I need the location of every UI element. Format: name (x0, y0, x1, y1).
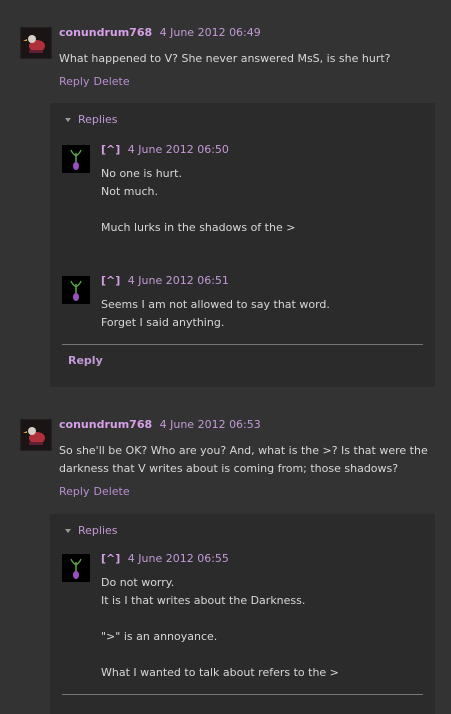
reply-body: Seems I am not allowed to say that word.… (101, 296, 330, 332)
reply-body: No one is hurt. Not much. Much lurks in … (101, 165, 295, 237)
reply-body: Do not worry. It is I that writes about … (101, 574, 339, 682)
comment-body: So she'll be OK? Who are you? And, what … (59, 444, 428, 475)
reply-line: Seems I am not allowed to say that word. (101, 298, 330, 311)
avatar[interactable] (20, 27, 52, 59)
comment-author-link[interactable]: conundrum768 (59, 418, 152, 431)
reply-line: What I wanted to talk about refers to th… (101, 666, 339, 679)
avatar[interactable] (62, 145, 90, 173)
reply-line-blank (101, 646, 339, 664)
divider (62, 344, 423, 345)
reply-line: No one is hurt. (101, 167, 182, 180)
reply-item: [^] 4 June 2012 06:55 Do not worry. It i… (62, 552, 423, 692)
delete-link[interactable]: Delete (93, 485, 129, 498)
reply-item: [^] 4 June 2012 06:50 No one is hurt. No… (62, 143, 423, 253)
avatar[interactable] (20, 419, 52, 451)
reply-header: [^] 4 June 2012 06:51 (101, 274, 229, 287)
reply-line: Forget I said anything. (101, 316, 225, 329)
comment-author-link[interactable]: conundrum768 (59, 26, 152, 39)
reply-line: It is I that writes about the Darkness. (101, 594, 306, 607)
avatar[interactable] (62, 276, 90, 304)
reply-line: Not much. (101, 185, 158, 198)
triangle-down-icon (65, 529, 71, 533)
reply-thread: Replies [^] 4 June 2012 06:50 No one is … (50, 103, 435, 387)
comment-header: conundrum768 4 June 2012 06:53 (59, 418, 261, 431)
reply-thread: Replies [^] 4 June 2012 06:55 Do not wor… (50, 514, 435, 714)
delete-link[interactable]: Delete (93, 75, 129, 88)
reply-line-blank (101, 201, 295, 219)
reply-line: Do not worry. (101, 576, 175, 589)
reply-line: Much lurks in the shadows of the > (101, 221, 296, 234)
reply-author-link[interactable]: [^] (101, 274, 120, 287)
reply-item: [^] 4 June 2012 06:51 Seems I am not all… (62, 274, 423, 344)
comment: conundrum768 4 June 2012 06:53 So she'll… (0, 410, 451, 714)
reply-author-link[interactable]: [^] (101, 143, 120, 156)
reply-line: ">" is an annoyance. (101, 630, 218, 643)
comment: conundrum768 4 June 2012 06:49 What happ… (0, 0, 451, 400)
replies-toggle[interactable]: Replies (65, 524, 118, 537)
comment-timestamp-link[interactable]: 4 June 2012 06:53 (160, 418, 261, 431)
reply-link[interactable]: Reply (59, 485, 89, 498)
comment-actions: Reply Delete (59, 485, 134, 498)
comment-header: conundrum768 4 June 2012 06:49 (59, 26, 261, 39)
avatar[interactable] (62, 554, 90, 582)
reply-header: [^] 4 June 2012 06:50 (101, 143, 229, 156)
comment-timestamp-link[interactable]: 4 June 2012 06:49 (160, 26, 261, 39)
reply-author-link[interactable]: [^] (101, 552, 120, 565)
divider (62, 694, 423, 695)
comment-actions: Reply Delete (59, 75, 134, 88)
reply-timestamp-link[interactable]: 4 June 2012 06:50 (128, 143, 229, 156)
triangle-down-icon (65, 118, 71, 122)
reply-link[interactable]: Reply (59, 75, 89, 88)
reply-line-blank (101, 610, 339, 628)
reply-timestamp-link[interactable]: 4 June 2012 06:55 (128, 552, 229, 565)
comment-body: What happened to V? She never answered M… (59, 52, 391, 65)
reply-header: [^] 4 June 2012 06:55 (101, 552, 229, 565)
reply-timestamp-link[interactable]: 4 June 2012 06:51 (128, 274, 229, 287)
replies-toggle[interactable]: Replies (65, 113, 118, 126)
reply-button[interactable]: Reply (68, 354, 103, 367)
